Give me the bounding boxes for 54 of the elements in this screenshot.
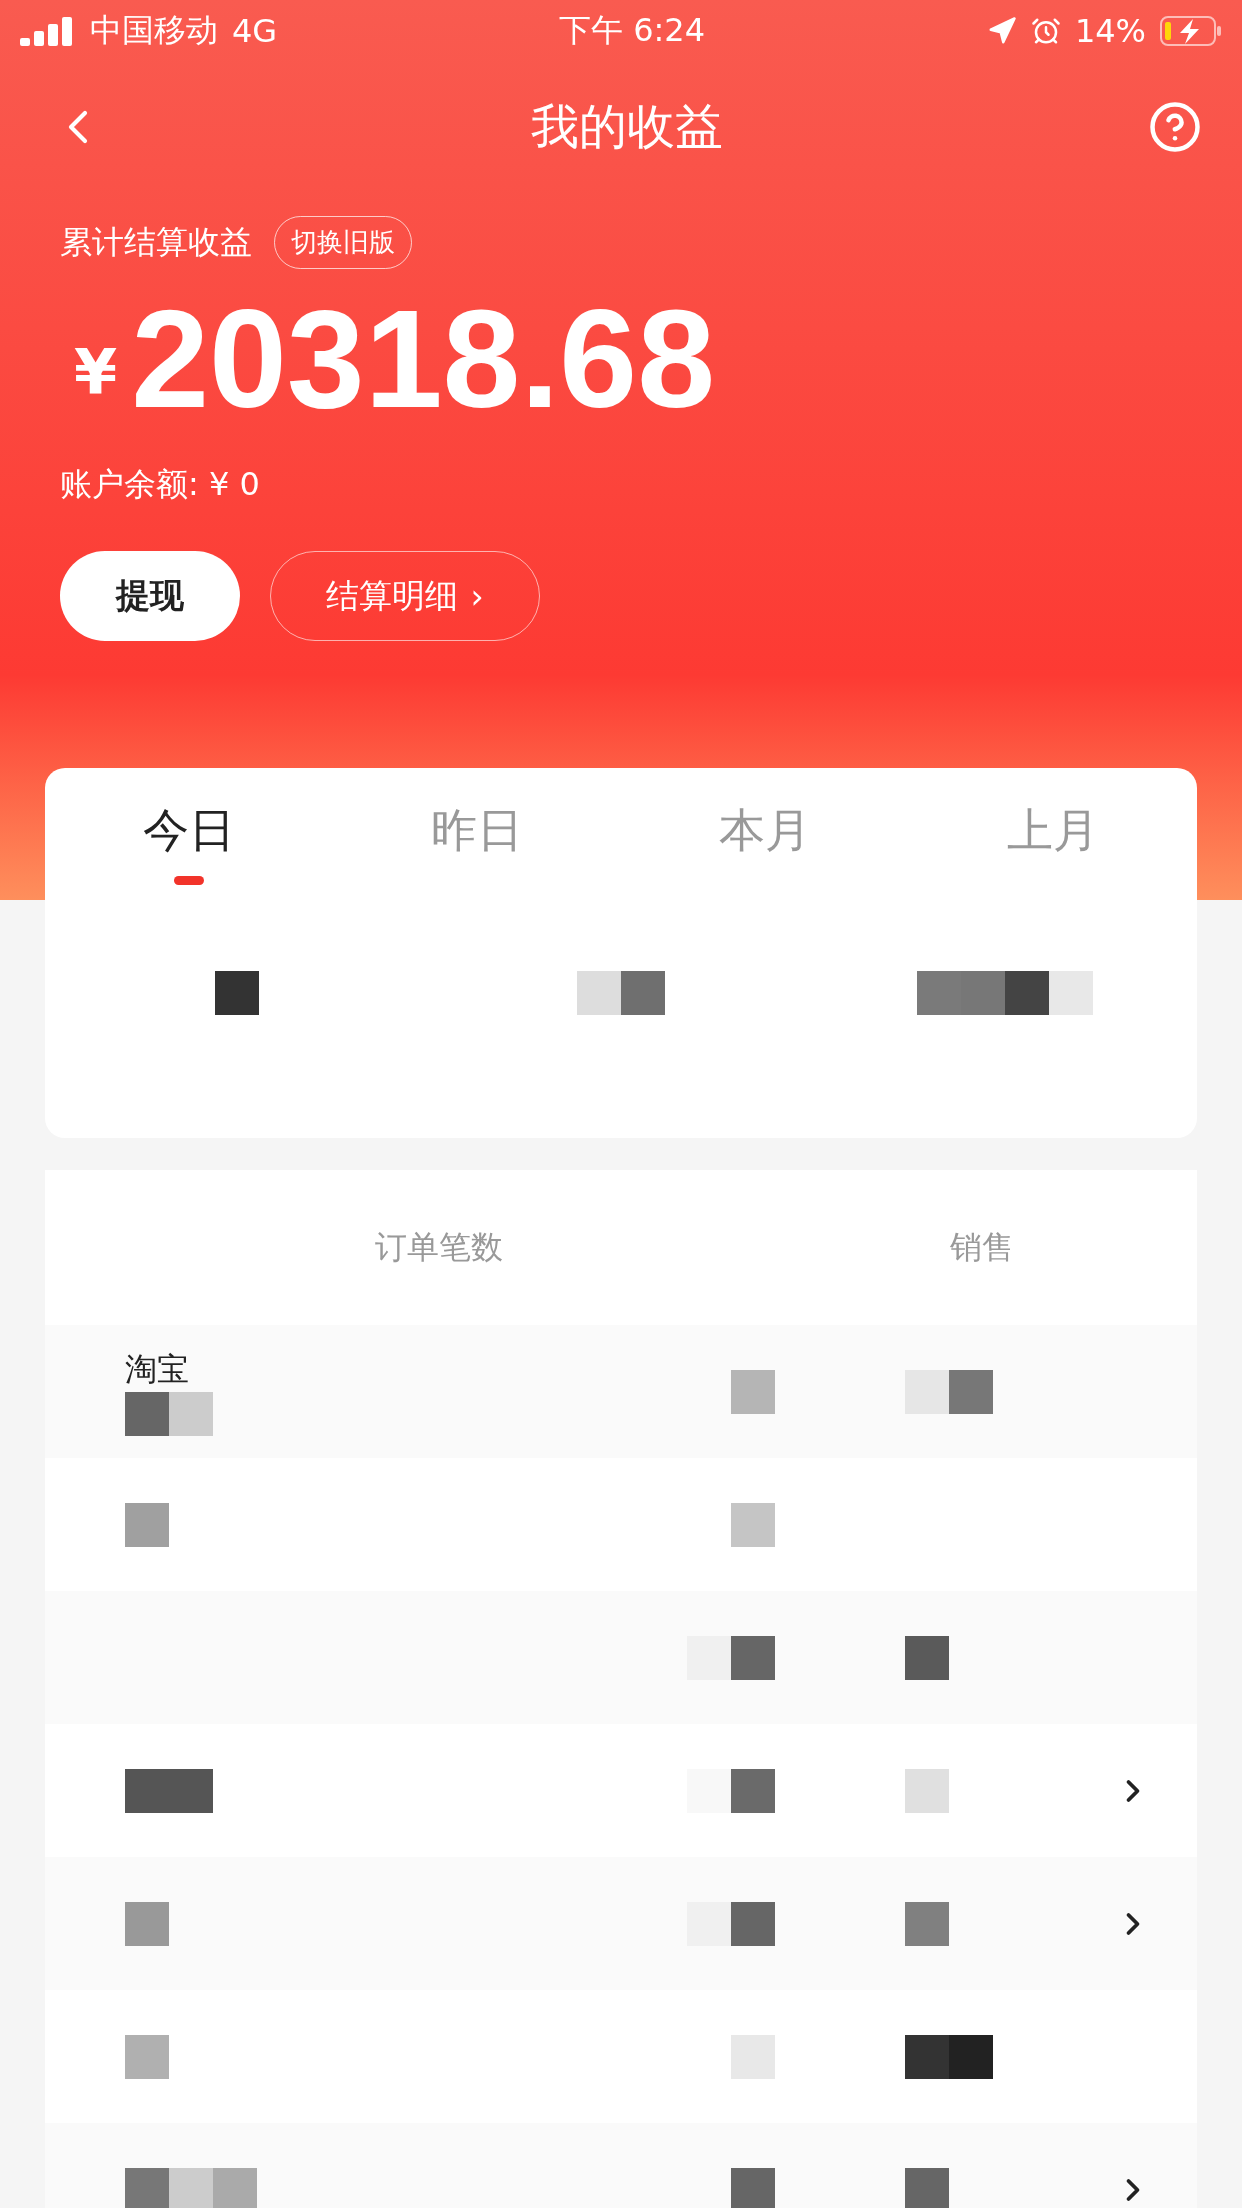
column-header: 销售 (950, 1226, 1015, 1268)
pixelated-block (687, 1635, 731, 1680)
pixelated-block (917, 971, 961, 1015)
pixelated-block (949, 2034, 993, 2079)
pixelated-block (961, 971, 1005, 1015)
battery-percent: 14% (1074, 12, 1146, 50)
pixelated-block (213, 2167, 257, 2208)
period-tab[interactable]: 本月 (621, 768, 909, 908)
account-balance: 账户余额: ¥ 0 (60, 464, 261, 505)
withdraw-button[interactable]: 提现 (60, 551, 240, 641)
pixelated-block (731, 1635, 775, 1680)
pixelated-block (687, 1901, 731, 1946)
pixelated-block (731, 1768, 775, 1813)
help-icon[interactable] (1148, 100, 1202, 154)
pixelated-block (125, 1502, 169, 1547)
pixelated-block (731, 2167, 775, 2208)
period-tab[interactable]: 今日 (45, 768, 333, 908)
platform-name: 淘宝 (125, 1348, 189, 1390)
pixelated-block (905, 1768, 949, 1813)
pixelated-block (125, 1901, 169, 1946)
pixelated-block (905, 1635, 949, 1680)
currency-symbol: ¥ (74, 336, 118, 409)
pixelated-block (621, 971, 665, 1015)
pixelated-block (169, 1768, 213, 1813)
pixelated-block (577, 971, 621, 1015)
total-amount: 20318.68 (131, 289, 716, 429)
period-tab[interactable]: 上月 (909, 768, 1197, 908)
pixelated-block (1005, 971, 1049, 1015)
carrier-name: 中国移动 (90, 10, 218, 51)
pixelated-block (905, 2167, 949, 2208)
pixelated-block (125, 2034, 169, 2079)
pixelated-block (905, 1901, 949, 1946)
pixelated-block (125, 2167, 169, 2208)
pixelated-block (905, 2034, 949, 2079)
pixelated-block (169, 1391, 213, 1436)
status-time: 下午 6:24 (559, 10, 706, 51)
page-title: 我的收益 (530, 97, 724, 156)
pixelated-block (949, 1369, 993, 1414)
pixelated-block (731, 1369, 775, 1414)
alarm-icon (1030, 16, 1061, 46)
pixelated-block (1049, 971, 1093, 1015)
pixelated-block (905, 1369, 949, 1414)
battery-charging-icon (1160, 15, 1222, 47)
column-header: 订单笔数 (375, 1226, 504, 1268)
network-type: 4G (232, 12, 278, 50)
total-earnings-label: 累计结算收益 (60, 221, 252, 263)
period-tab[interactable]: 昨日 (333, 768, 621, 908)
pixelated-block (687, 1768, 731, 1813)
pixelated-block (731, 1502, 775, 1547)
pixelated-block (125, 1768, 169, 1813)
pixelated-block (731, 1901, 775, 1946)
pixelated-block (169, 2167, 213, 2208)
pixelated-block (125, 1391, 169, 1436)
pixelated-block (215, 971, 259, 1015)
